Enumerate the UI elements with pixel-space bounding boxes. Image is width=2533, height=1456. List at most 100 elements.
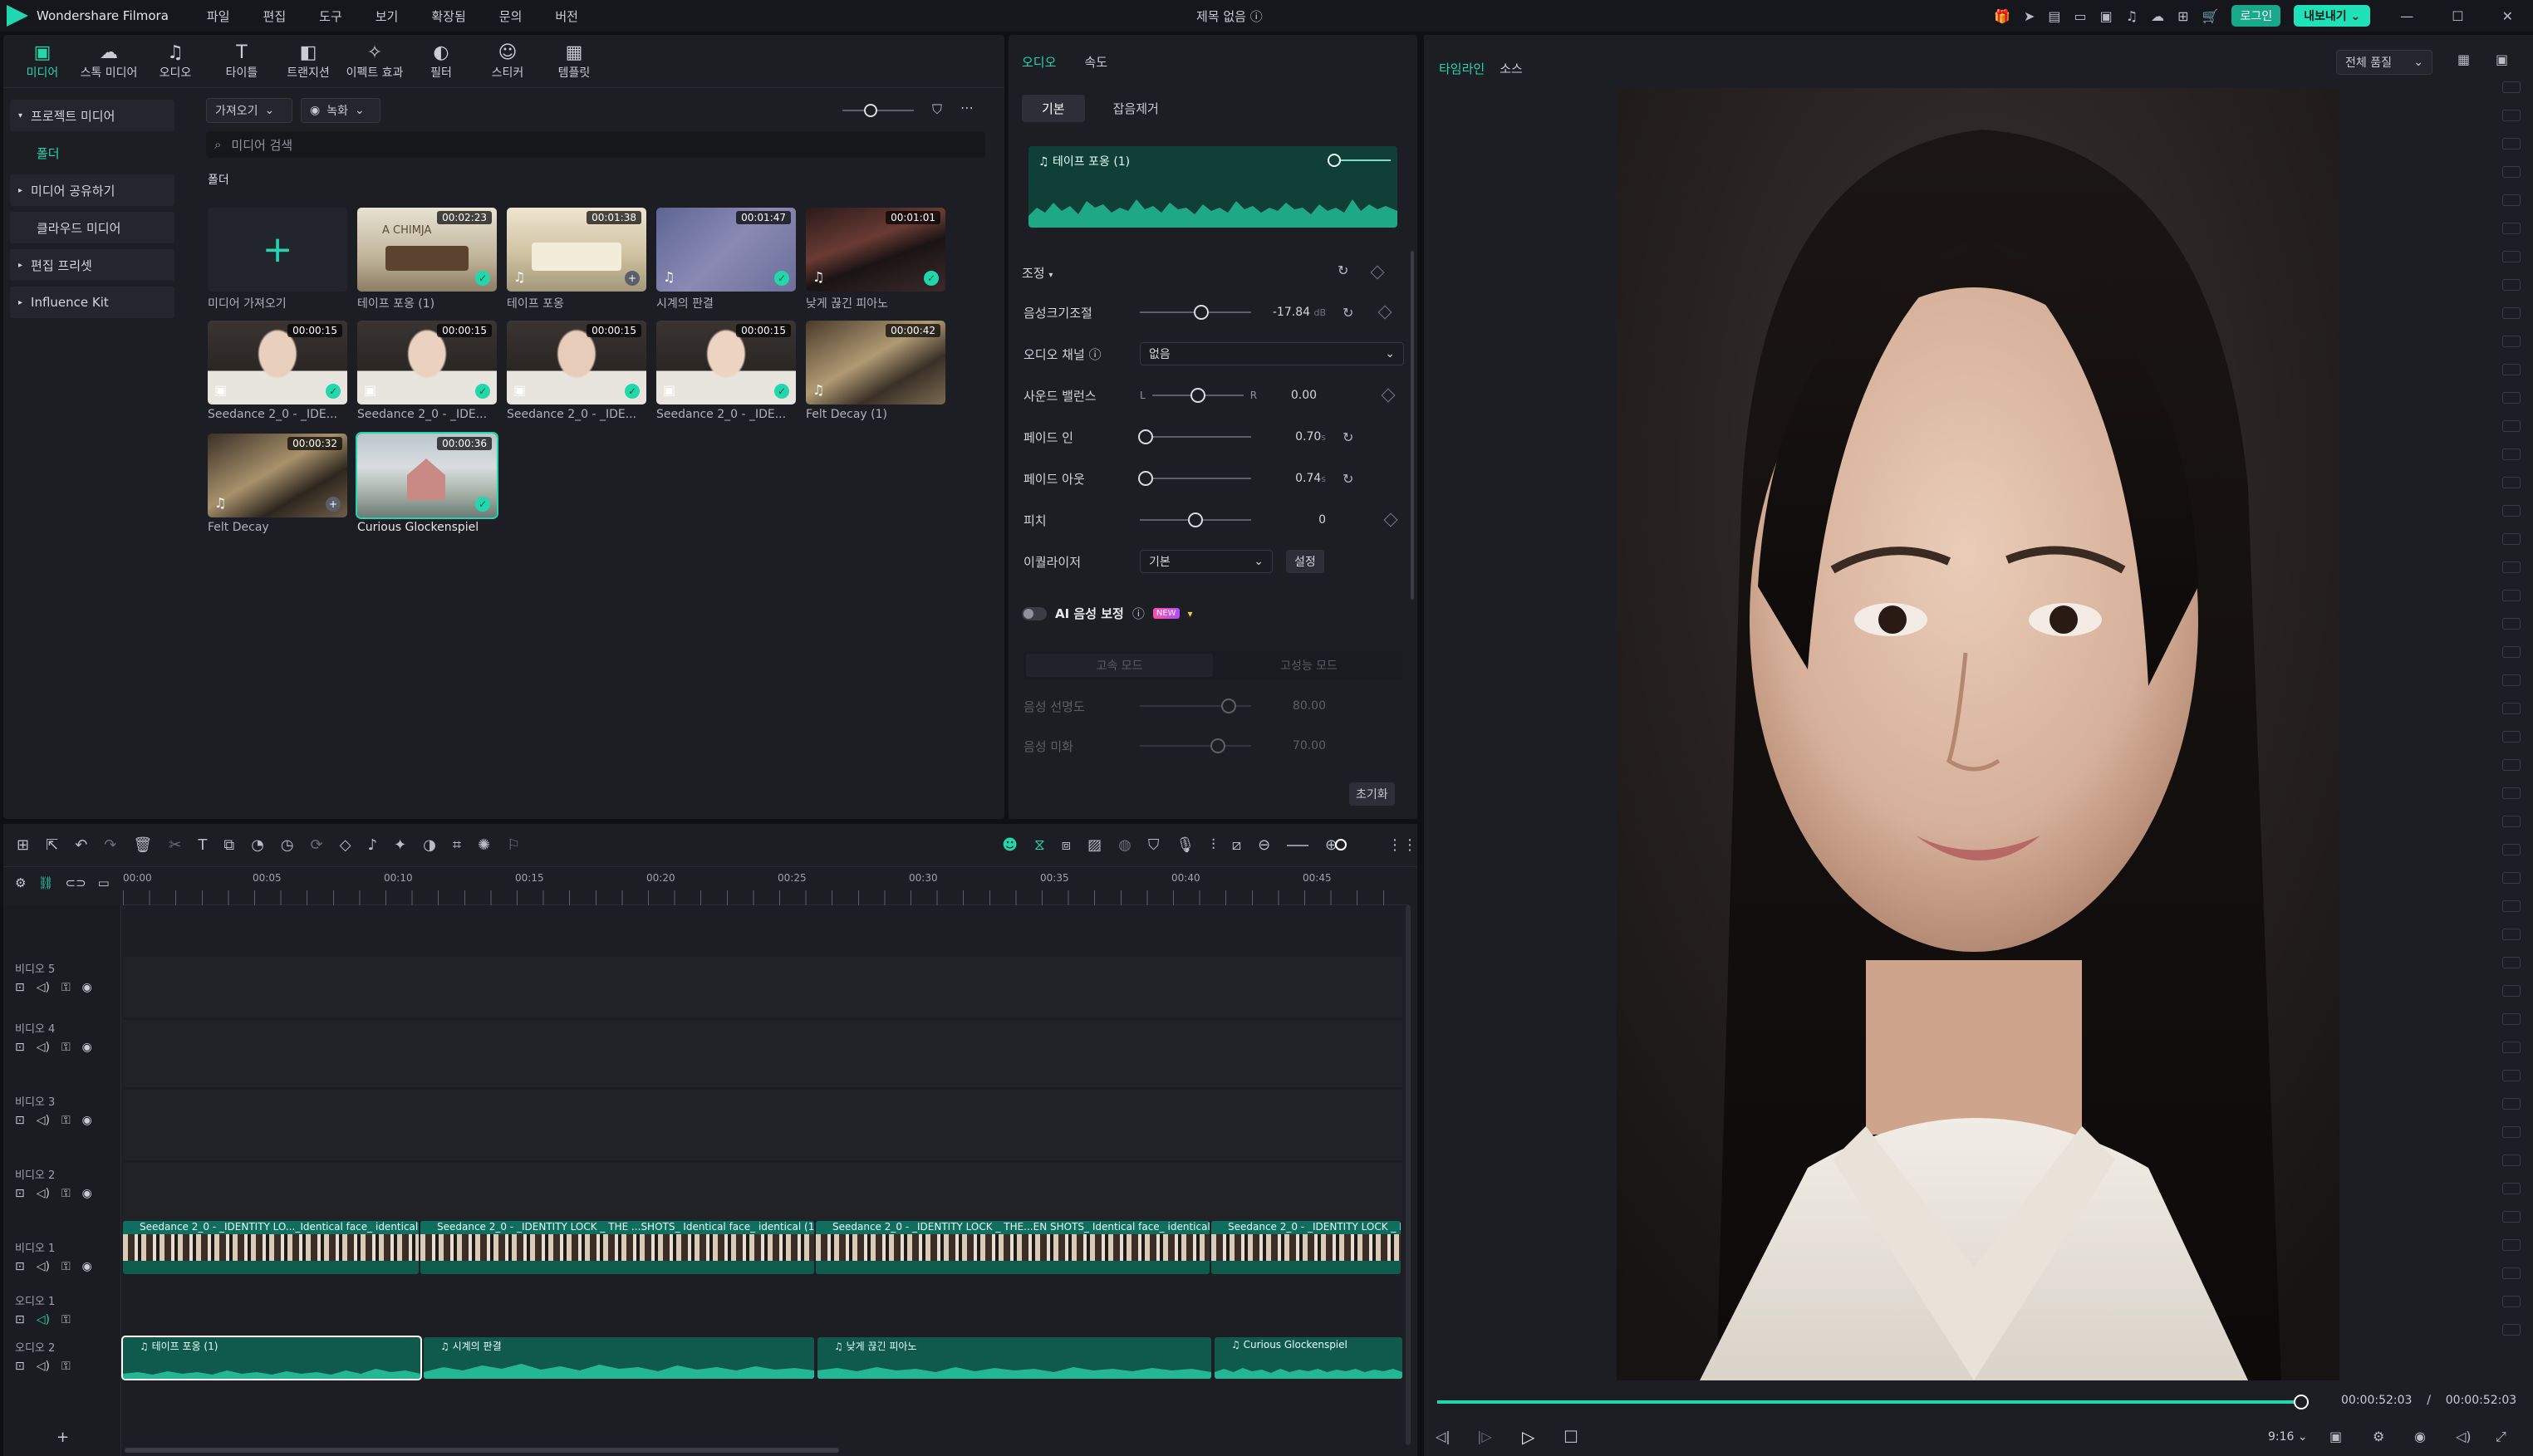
strip-button[interactable] [2502, 646, 2521, 658]
strip-button[interactable] [2502, 110, 2521, 121]
tab-source-preview[interactable]: 소스 [1500, 60, 1523, 77]
ai-magic-icon[interactable]: ✺ [478, 836, 490, 854]
speaker-icon[interactable]: ◁) [37, 1041, 50, 1054]
menu-edit[interactable]: 편집 [263, 7, 287, 25]
speaker-icon[interactable]: ◁) [37, 1360, 50, 1373]
more-vertical-icon[interactable]: ⋮⋮ [1387, 836, 1417, 854]
play-icon[interactable]: ▷ [1522, 1427, 1534, 1447]
lock-icon[interactable]: ⚿ [61, 981, 71, 994]
info-icon[interactable]: ⓘ [1250, 9, 1263, 24]
next-frame-icon[interactable]: |▷ [1477, 1429, 1492, 1444]
strip-button[interactable] [2502, 618, 2521, 630]
timeline-vertical-scrollbar[interactable] [1406, 905, 1411, 1445]
import-dropdown[interactable]: 가져오기 ⌄ [206, 98, 292, 123]
sidebar-item-project-media[interactable]: ▾ 프로젝트 미디어 [10, 100, 174, 131]
equalizer-select[interactable]: 기본 ⌄ [1140, 550, 1273, 573]
strip-button[interactable] [2502, 844, 2521, 855]
fade-in-value[interactable]: 0.70s [1251, 430, 1326, 444]
clip-volume-knob[interactable] [1328, 154, 1341, 167]
subtab-basic[interactable]: 기본 [1022, 95, 1085, 122]
crop-tool-icon[interactable]: ⌗ [453, 836, 461, 854]
media-item[interactable]: A CHIMJA 00:02:23 ✓ 테이프 포옹 (1) [357, 208, 497, 311]
filter-funnel-icon[interactable]: ⛉ [932, 101, 942, 118]
tab-effects[interactable]: ✧ 이펙트 효과 [346, 40, 404, 82]
render-preview-icon[interactable]: ▣ [2329, 1429, 2342, 1444]
add-icon[interactable]: + [326, 497, 341, 512]
folder-icon[interactable]: ⊡ [15, 1360, 25, 1373]
zoom-slider[interactable] [1287, 838, 1347, 851]
maximize-icon[interactable]: ☐ [2452, 8, 2463, 24]
add-track-icon[interactable]: + [56, 1429, 69, 1446]
layout-grid-icon[interactable]: ⊞ [17, 836, 29, 854]
keyframe-icon[interactable] [1381, 388, 1396, 403]
keyframe-tool-icon[interactable]: ◇ [340, 836, 351, 854]
folder-icon[interactable]: ⊡ [15, 1187, 25, 1200]
track-lane-video1[interactable]: Seedance 2_0 - _IDENTITY LO..._Identical… [123, 1221, 1402, 1279]
cut-icon[interactable]: ✂ [169, 836, 181, 854]
eye-icon[interactable]: ◉ [82, 1041, 92, 1054]
audio-channel-select[interactable]: 없음 ⌄ [1140, 342, 1404, 365]
layout-icon[interactable]: ▤ [2048, 8, 2060, 24]
media-item[interactable]: 00:01:01 ♫ ✓ 낮게 끊긴 피아노 [806, 208, 945, 311]
reset-icon[interactable]: ↻ [1343, 429, 1353, 445]
volume-slider[interactable] [1140, 305, 1251, 320]
reset-button[interactable]: 초기화 [1349, 782, 1395, 806]
aspect-ratio-dropdown[interactable]: 9:16 ⌄ [2268, 1430, 2308, 1444]
strip-button[interactable] [2502, 900, 2521, 912]
sidebar-item-shared-media[interactable]: ▸ 미디어 공유하기 [10, 174, 174, 206]
thumbnail-size-slider[interactable] [842, 104, 914, 117]
scene-icon[interactable]: ⧈ [1062, 836, 1071, 854]
strip-button[interactable] [2502, 1070, 2521, 1081]
reset-icon[interactable]: ↻ [1343, 471, 1353, 487]
color-icon[interactable]: ◑ [423, 836, 436, 854]
render-icon[interactable]: ◍ [1118, 836, 1132, 854]
strip-button[interactable] [2502, 957, 2521, 968]
pitch-value[interactable]: 0 [1251, 513, 1326, 527]
fade-out-knob[interactable] [1137, 471, 1153, 486]
track-link-icon[interactable]: ⊂⊃ [66, 875, 86, 890]
strip-button[interactable] [2502, 336, 2521, 347]
volume-value[interactable]: -17.84 dB [1251, 306, 1326, 319]
folder-icon[interactable]: ⊡ [15, 1114, 25, 1127]
strip-button[interactable] [2502, 703, 2521, 714]
help-icon[interactable]: ⓘ [1132, 605, 1145, 622]
strip-button[interactable] [2502, 477, 2521, 488]
mixer-icon[interactable]: ⫶ [1211, 836, 1215, 854]
cloud-icon[interactable]: ☁ [2151, 8, 2164, 24]
save-icon[interactable]: ▣ [2100, 8, 2113, 24]
pitch-knob[interactable] [1188, 512, 1203, 527]
keyframe-icon[interactable] [1370, 265, 1385, 280]
strip-button[interactable] [2502, 1239, 2521, 1251]
eye-icon[interactable]: ◉ [82, 1260, 92, 1273]
bell-icon[interactable]: ♫ [2126, 8, 2138, 24]
eye-icon[interactable]: ◉ [82, 981, 92, 994]
audio-clip[interactable]: ♫ 시계의 판결 [424, 1337, 814, 1379]
menu-view[interactable]: 보기 [376, 7, 399, 25]
speaker-icon[interactable]: ◁) [37, 1260, 50, 1273]
keyframe-icon[interactable] [1383, 512, 1398, 527]
video-clip[interactable]: Seedance 2_0 - _IDENTITY LO..._Identical… [123, 1221, 419, 1274]
strip-button[interactable] [2502, 1155, 2521, 1166]
more-icon[interactable]: ⋯ [960, 100, 974, 115]
sidebar-item-edit-preset[interactable]: ▸ 편집 프리셋 [10, 249, 174, 281]
select-tool-icon[interactable]: ⇱ [46, 836, 58, 854]
login-button[interactable]: 로그인 [2231, 5, 2281, 27]
keyframe-icon[interactable] [1377, 305, 1392, 320]
track-size-icon[interactable]: ▭ [98, 875, 110, 890]
strip-button[interactable] [2502, 1211, 2521, 1223]
zoom-knob[interactable] [1335, 838, 1347, 851]
sidebar-item-folder[interactable]: 폴더 [10, 137, 174, 169]
apps-icon[interactable]: ⊞ [2177, 8, 2188, 24]
video-clip[interactable]: Seedance 2_0 - _IDENTITY LOCK _ Identi [1211, 1221, 1401, 1274]
crop-icon[interactable]: ⧉ [223, 836, 234, 854]
speed-icon[interactable]: ◔ [251, 836, 264, 854]
strip-button[interactable] [2502, 1183, 2521, 1194]
record-dropdown[interactable]: ◉ 녹화 ⌄ [301, 98, 380, 123]
sidebar-item-cloud-media[interactable]: 클라우드 미디어 [10, 212, 174, 243]
fade-in-slider[interactable] [1137, 429, 1251, 444]
pitch-slider[interactable] [1140, 512, 1251, 527]
magnet-icon[interactable]: ⧖ [1034, 836, 1045, 854]
media-item[interactable]: 00:00:42 ♫ Felt Decay (1) [806, 321, 945, 421]
strip-button[interactable] [2502, 816, 2521, 827]
gift-icon[interactable]: 🎁 [1994, 8, 2010, 24]
